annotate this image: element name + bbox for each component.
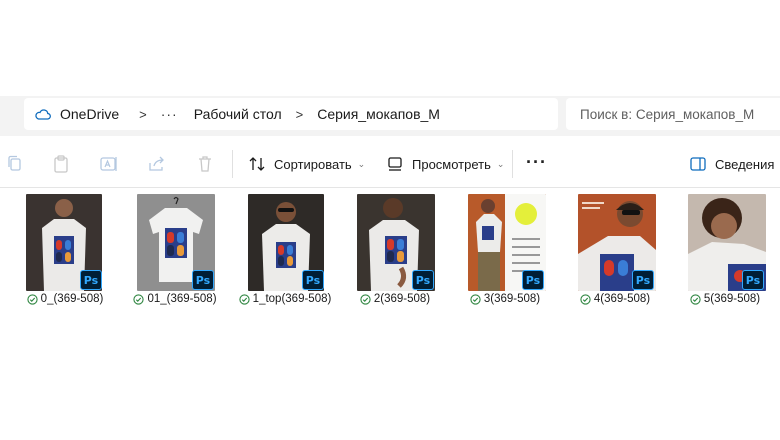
file-name-row: 1_top(369-508) [230, 293, 340, 305]
file-item[interactable]: Ps 01_(369-508) [120, 194, 230, 308]
breadcrumb[interactable]: OneDrive > ··· Рабочий стол > Серия_мока… [24, 98, 558, 130]
file-item[interactable]: Ps 5(369-508) [670, 194, 780, 308]
file-grid: Ps 0_(369-508) Ps 01_(369-508) Ps 1_top(… [0, 194, 780, 314]
delete-icon[interactable] [194, 153, 216, 175]
breadcrumb-onedrive[interactable]: OneDrive [60, 106, 119, 122]
more-options-button[interactable]: ··· [526, 152, 547, 173]
chevron-right-icon[interactable]: > [139, 107, 147, 122]
details-pane-icon [690, 157, 706, 171]
photoshop-file-icon: Ps [522, 270, 544, 290]
copy-icon[interactable] [4, 153, 26, 175]
sync-ok-icon [133, 293, 145, 305]
onedrive-cloud-icon [35, 109, 51, 120]
photoshop-file-icon: Ps [302, 270, 324, 290]
details-button[interactable]: Сведения [689, 152, 774, 176]
file-item[interactable]: Ps 4(369-508) [560, 194, 670, 308]
file-name-row: 4(369-508) [560, 293, 670, 305]
breadcrumb-desktop[interactable]: Рабочий стол [194, 106, 282, 122]
photoshop-file-icon: Ps [412, 270, 434, 290]
breadcrumb-overflow-button[interactable]: ··· [161, 106, 178, 122]
breadcrumb-current-folder[interactable]: Серия_мокапов_М [317, 106, 440, 122]
file-name-row: 5(369-508) [670, 293, 780, 305]
sync-ok-icon [580, 293, 591, 305]
file-name-row: 0_(369-508) [10, 293, 120, 305]
toolbar-divider [512, 150, 513, 178]
photoshop-file-icon: Ps [192, 270, 214, 290]
rename-icon[interactable] [98, 153, 120, 175]
file-name: 0_(369-508) [40, 293, 104, 305]
photoshop-file-icon: Ps [80, 270, 102, 290]
file-name: 1_top(369-508) [252, 293, 332, 305]
file-item[interactable]: Ps 1_top(369-508) [230, 194, 340, 308]
file-item[interactable]: Ps 2(369-508) [340, 194, 450, 308]
sync-ok-icon [360, 293, 371, 305]
view-label: Просмотреть [412, 156, 491, 172]
file-name: 2(369-508) [373, 293, 431, 305]
command-bar: Сортировать ⌄ Просмотреть ⌄ ··· Сведения [0, 140, 780, 188]
search-box[interactable]: Поиск в: Серия_мокапов_М [566, 98, 780, 130]
address-bar-row: OneDrive > ··· Рабочий стол > Серия_мока… [0, 96, 780, 136]
file-name-row: 2(369-508) [340, 293, 450, 305]
file-name: 01_(369-508) [147, 293, 217, 305]
sort-button[interactable]: Сортировать ⌄ [248, 152, 365, 176]
photoshop-file-icon: Ps [632, 270, 654, 290]
view-icon [388, 157, 402, 171]
details-label: Сведения [715, 156, 775, 172]
sync-ok-icon [470, 293, 481, 305]
toolbar-divider [232, 150, 233, 178]
paste-icon[interactable] [50, 153, 72, 175]
view-button[interactable]: Просмотреть ⌄ [386, 152, 504, 176]
file-item[interactable]: Ps 3(369-508) [450, 194, 560, 308]
file-name: 3(369-508) [483, 293, 541, 305]
sort-label: Сортировать [274, 156, 352, 172]
file-name-row: 01_(369-508) [120, 293, 230, 305]
share-icon[interactable] [146, 153, 168, 175]
chevron-down-icon: ⌄ [357, 158, 366, 169]
file-name-row: 3(369-508) [450, 293, 560, 305]
sync-ok-icon [239, 293, 250, 305]
sort-icon [249, 157, 265, 171]
file-name: 5(369-508) [703, 293, 761, 305]
file-item[interactable]: Ps 0_(369-508) [10, 194, 120, 308]
photoshop-file-icon: Ps [742, 270, 764, 290]
chevron-right-icon[interactable]: > [296, 107, 304, 122]
sync-ok-icon [690, 293, 701, 305]
file-name: 4(369-508) [593, 293, 651, 305]
chevron-down-icon: ⌄ [496, 158, 505, 169]
sync-ok-icon [27, 293, 38, 305]
